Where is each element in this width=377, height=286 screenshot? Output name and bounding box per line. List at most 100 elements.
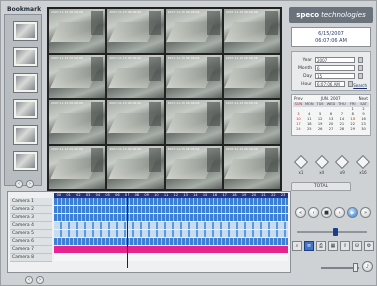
split-mode-button[interactable]: x4 (314, 154, 330, 175)
calendar-day[interactable]: 27 (326, 127, 337, 132)
split-mode-button[interactable]: x9 (334, 154, 350, 175)
camera-tile[interactable]: 2007-11-15 06:06:06 (107, 145, 164, 189)
fast-forward-button[interactable]: » (360, 207, 371, 218)
search-button[interactable]: Search (353, 83, 367, 88)
camera-record-track[interactable] (54, 254, 288, 262)
camera-tile[interactable]: 2007-11-15 06:06:06 (49, 100, 106, 144)
print-icon[interactable]: ⎙ (316, 241, 326, 251)
calendar-day[interactable]: 25 (304, 127, 315, 132)
bookmark-thumb[interactable] (13, 151, 38, 171)
calendar-day[interactable]: 26 (315, 127, 326, 132)
month-label: Month (298, 65, 313, 71)
camera-tile[interactable]: 2007-11-15 06:06:06 (223, 100, 280, 144)
camera-tile[interactable]: 2007-11-15 06:06:06 (107, 9, 164, 53)
month-spinner[interactable] (358, 65, 363, 71)
camera-label[interactable]: Camera 1 (10, 198, 52, 206)
chevron-left-icon[interactable]: ‹ (15, 180, 23, 188)
video-grid: 2007-11-15 06:06:06 2007-11-15 06:06:06 20… (47, 7, 282, 191)
month-field[interactable]: 6 (315, 65, 355, 71)
calendar-day[interactable]: 29 (347, 127, 358, 132)
time-text: 06:07:06 AM (315, 38, 347, 44)
backup-icon[interactable]: ⛁ (352, 241, 362, 251)
calendar-day[interactable]: 28 (336, 127, 347, 132)
calendar-day[interactable]: 24 (293, 127, 304, 132)
step-back-button[interactable]: ‹ (308, 207, 319, 218)
calendar-header: Prev JUN. 2007 Next (292, 95, 370, 102)
record-tracks[interactable] (54, 198, 288, 262)
calendar-grid: SUN MON TUE WED THU FRI SAT 1 2 3 4 5 6 7 8 9 10 11 12 13 14… (292, 102, 370, 132)
camera-label-list: Camera 1 Camera 2 Camera 3 Camera 4 Camera 5… (10, 198, 52, 262)
camera-tile[interactable]: 2007-11-15 06:06:06 (165, 145, 222, 189)
tab-total[interactable]: TOTAL (291, 182, 351, 191)
split-layout-icon (355, 154, 371, 170)
camera-label[interactable]: Camera 2 (10, 206, 52, 214)
search-panel: Year 2007 Month 6 Day 15 Hour 6:07:06 AM… (291, 51, 371, 91)
calendar-prev-button[interactable]: Prev (294, 96, 303, 101)
speed-slider[interactable] (297, 228, 367, 236)
split-mode-button[interactable]: x1 (293, 154, 309, 175)
current-datetime: 6/15/2007 06:07:06 AM (291, 27, 371, 47)
year-spinner[interactable] (358, 57, 363, 63)
hour-field[interactable]: 6:07:06 AM (315, 81, 345, 87)
camera-tile[interactable]: 2007-11-15 06:06:06 (223, 145, 280, 189)
bookmark-thumb[interactable] (13, 125, 38, 145)
camera-label[interactable]: Camera 8 (10, 254, 52, 262)
camera-label[interactable]: Camera 3 (10, 214, 52, 222)
camera-record-track[interactable] (54, 238, 288, 246)
camera-record-track[interactable] (54, 198, 288, 206)
camera-tile[interactable]: 2007-11-15 06:06:06 (49, 9, 106, 53)
hour-spinner[interactable] (348, 81, 353, 87)
day-spinner[interactable] (358, 73, 363, 79)
camera-record-track[interactable] (54, 230, 288, 238)
speed-knob[interactable] (333, 228, 338, 236)
step-forward-button[interactable]: › (334, 207, 345, 218)
chevron-right-icon[interactable]: › (26, 180, 34, 188)
camera-tile[interactable]: 2007-11-15 06:06:06 (107, 100, 164, 144)
stop-button[interactable]: ■ (321, 207, 332, 218)
camera-record-track[interactable] (54, 222, 288, 230)
zoom-icon[interactable]: ⌕ (292, 241, 302, 251)
calendar-day[interactable]: 30 (358, 127, 369, 132)
camera-tile[interactable]: 2007-11-15 06:06:06 (223, 9, 280, 53)
tile-timestamp: 2007-11-15 06:06:06 (51, 10, 83, 14)
logo-word: speco (296, 11, 320, 19)
rewind-button[interactable]: « (295, 207, 306, 218)
chevron-right-icon[interactable]: › (36, 276, 44, 284)
camera-label[interactable]: Camera 7 (10, 246, 52, 254)
bookmark-thumb[interactable] (13, 47, 38, 67)
volume-knob[interactable] (353, 263, 358, 272)
speaker-icon[interactable]: ♪ (362, 261, 373, 272)
tile-timestamp: 2007-11-15 06:06:06 (51, 146, 83, 151)
calendar-next-button[interactable]: Next (359, 96, 368, 101)
split-mode-button[interactable]: x16 (355, 154, 371, 175)
camera-label[interactable]: Camera 4 (10, 222, 52, 230)
camera-label[interactable]: Camera 5 (10, 230, 52, 238)
tile-timestamp: 2007-11-15 06:06:06 (109, 146, 142, 151)
split-mode-row: x1 x4 x9 x16 (293, 154, 371, 175)
camera-tile[interactable]: 2007-11-15 06:06:06 (107, 54, 164, 98)
camera-tile[interactable]: 2007-11-15 06:06:06 (165, 9, 222, 53)
playback-cursor[interactable] (127, 193, 128, 268)
bookmark-thumb[interactable] (13, 21, 38, 41)
day-field[interactable]: 15 (315, 73, 355, 79)
tile-timestamp: 2007-11-15 06:06:06 (51, 101, 83, 105)
camera-record-track[interactable] (54, 206, 288, 214)
play-button[interactable]: ▶ (347, 207, 358, 218)
camera-record-track[interactable] (54, 214, 288, 222)
camera-tile[interactable]: 2007-11-15 06:06:06 (49, 145, 106, 189)
bookmark-thumb[interactable] (13, 73, 38, 93)
export-icon[interactable]: ⇪ (340, 241, 350, 251)
camera-record-track[interactable] (54, 246, 288, 254)
camera-tile[interactable]: 2007-11-15 06:06:06 (165, 54, 222, 98)
camera-tile[interactable]: 2007-11-15 06:06:06 (165, 100, 222, 144)
bookmark-thumb[interactable] (13, 99, 38, 119)
calendar-icon[interactable]: ▦ (328, 241, 338, 251)
tile-timestamp: 2007-11-15 06:06:06 (109, 10, 142, 14)
settings-icon[interactable]: ⚙ (364, 241, 374, 251)
year-field[interactable]: 2007 (315, 57, 355, 63)
list-icon[interactable]: ≡ (304, 241, 314, 251)
chevron-left-icon[interactable]: ‹ (25, 276, 33, 284)
camera-tile[interactable]: 2007-11-15 06:06:06 (49, 54, 106, 98)
camera-label[interactable]: Camera 6 (10, 238, 52, 246)
camera-tile[interactable]: 2007-11-15 06:06:06 (223, 54, 280, 98)
